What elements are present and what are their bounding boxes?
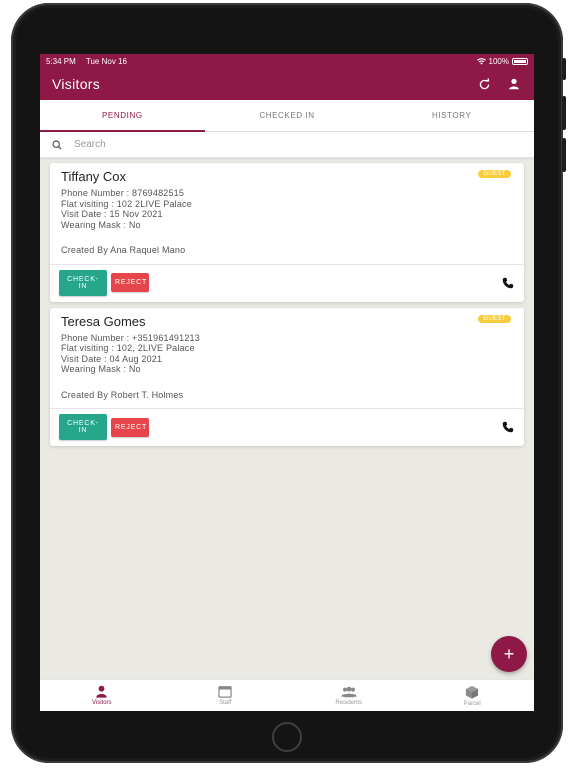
phone-icon[interactable]	[501, 276, 515, 290]
nav-parcel-label: Parcel	[463, 700, 481, 707]
visitor-created-by: Created By Ana Raquel Mano	[61, 245, 186, 255]
home-button[interactable]	[272, 722, 302, 752]
nav-visitors[interactable]: Visitors	[40, 680, 164, 711]
guest-badge: GUEST	[478, 170, 511, 178]
visitor-name: Tiffany Cox	[61, 169, 127, 184]
nav-visitors-label: Visitors	[91, 700, 112, 706]
status-left: 5:34 PM Tue Nov 16	[46, 57, 135, 66]
visitor-list: Tiffany Cox GUEST Phone Number : 8769482…	[40, 158, 534, 446]
visitor-card-actions: CHECK-IN REJECT	[50, 263, 524, 302]
status-bar: 5:34 PM Tue Nov 16 100%	[40, 54, 534, 68]
nav-residents[interactable]: Residents	[287, 680, 411, 711]
status-time: 5:34 PM	[46, 56, 76, 66]
nav-parcel[interactable]: Parcel	[411, 680, 535, 711]
tab-pending[interactable]: PENDING	[40, 100, 205, 132]
nav-staff-label: Staff	[219, 700, 232, 706]
guest-badge: GUEST	[478, 314, 511, 323]
header-actions	[476, 76, 522, 92]
reject-button[interactable]: REJECT	[111, 417, 149, 437]
volume-down-button	[562, 138, 566, 172]
visitor-card-body: Teresa Gomes GUEST Phone Number : +35196…	[50, 308, 524, 409]
nav-residents-label: Residents	[335, 699, 363, 706]
app-header: Visitors	[40, 68, 534, 100]
search-input[interactable]	[74, 139, 497, 150]
search-icon	[52, 139, 62, 150]
visitor-visit-date: Visit Date : 15 Nov 2021	[61, 209, 163, 219]
visitor-tabs: PENDING CHECKED IN HISTORY	[40, 100, 534, 132]
visitor-created-by: Created By Robert T. Holmes	[61, 389, 184, 400]
visitor-mask: Wearing Mask : No	[61, 364, 141, 374]
visitor-phone: Phone Number : 8769482515	[61, 188, 185, 198]
phone-icon[interactable]	[501, 420, 515, 434]
parcel-icon	[466, 685, 479, 699]
battery-icon	[512, 57, 528, 65]
visitor-card-actions: CHECK-IN REJECT	[50, 408, 524, 446]
mute-switch	[562, 58, 566, 80]
residents-icon	[341, 686, 357, 697]
page-title: Visitors	[52, 76, 101, 92]
tab-history[interactable]: HISTORY	[369, 100, 534, 131]
status-date: Tue Nov 16	[85, 56, 127, 66]
visitor-icon	[96, 685, 108, 698]
wifi-icon	[476, 57, 486, 65]
search-bar	[40, 132, 534, 158]
status-right: 100%	[476, 56, 528, 66]
visitor-card: Teresa Gomes GUEST Phone Number : +35196…	[50, 307, 524, 446]
visitor-phone: Phone Number : +351961491213	[61, 332, 200, 343]
visitor-name: Teresa Gomes	[61, 313, 146, 329]
visitor-mask: Wearing Mask : No	[61, 219, 141, 230]
user-icon[interactable]	[506, 76, 522, 92]
battery-percent: 100%	[488, 56, 509, 66]
refresh-icon[interactable]	[476, 76, 492, 92]
visitor-flat: Flat visiting : 102 2LIVE Palace	[61, 198, 192, 209]
calendar-icon	[218, 686, 232, 698]
volume-up-button	[562, 96, 566, 130]
visitor-flat: Flat visiting : 102, 2LIVE Palace	[61, 343, 195, 353]
nav-staff[interactable]: Staff	[164, 680, 288, 711]
app-screen: 5:34 PM Tue Nov 16 100% Visitors PENDING…	[40, 54, 534, 711]
bottom-navigation: Visitors Staff Residents Parcel	[40, 679, 534, 711]
reject-button[interactable]: REJECT	[111, 273, 149, 292]
check-in-button[interactable]: CHECK-IN	[59, 269, 107, 296]
add-visitor-button[interactable]: +	[491, 636, 527, 672]
check-in-button[interactable]: CHECK-IN	[59, 414, 107, 440]
tab-checked-in[interactable]: CHECKED IN	[205, 100, 370, 131]
visitor-visit-date: Visit Date : 04 Aug 2021	[61, 353, 163, 364]
visitor-card-body: Tiffany Cox GUEST Phone Number : 8769482…	[50, 163, 524, 264]
visitor-card: Tiffany Cox GUEST Phone Number : 8769482…	[50, 163, 524, 302]
